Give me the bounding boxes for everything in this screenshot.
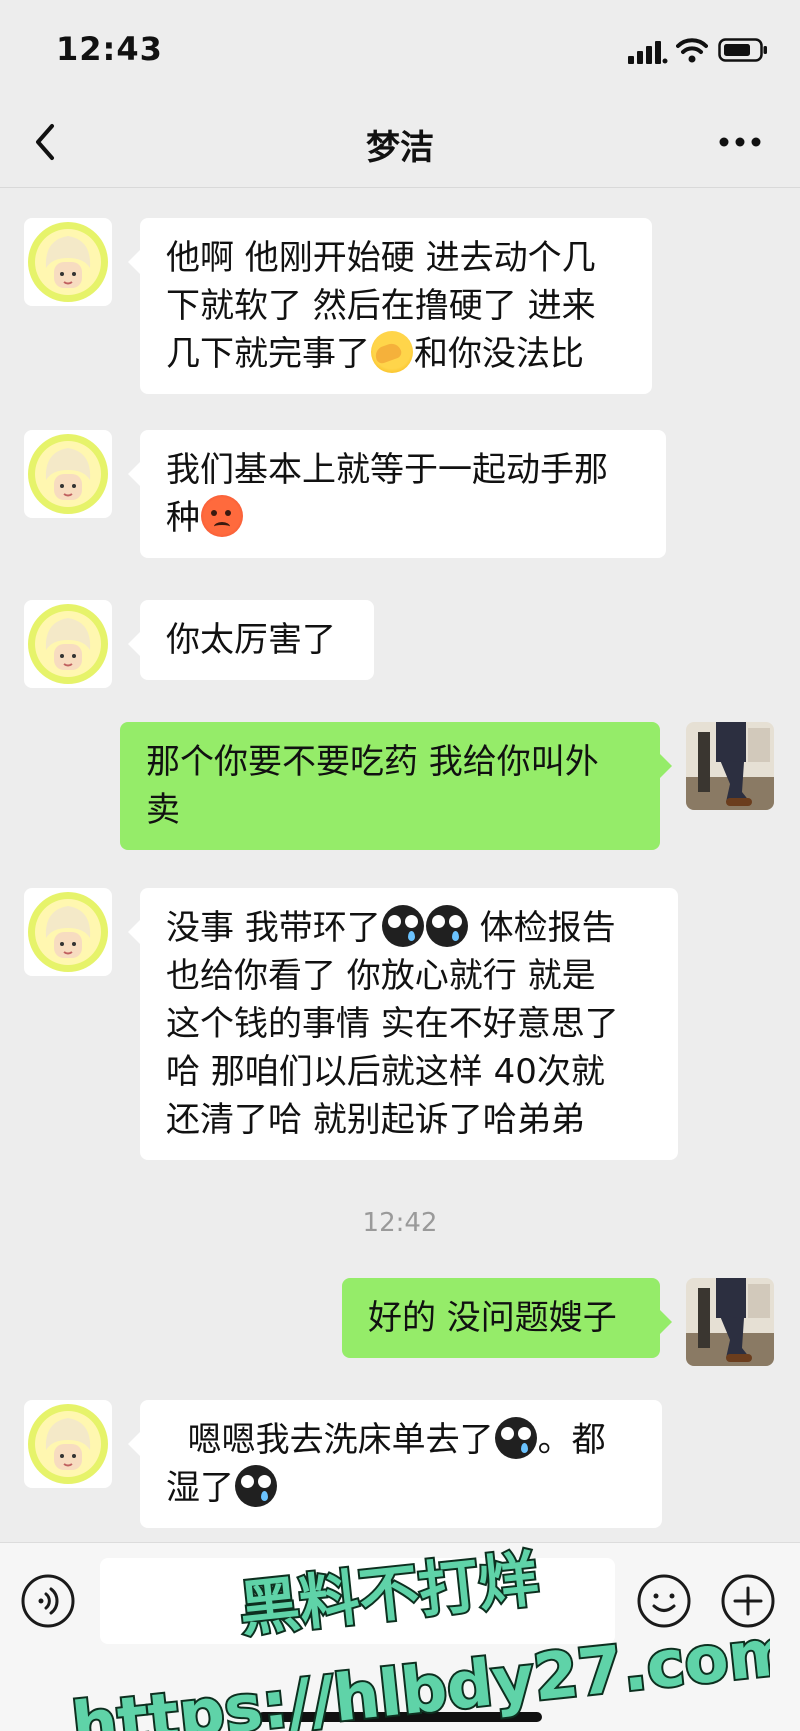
voice-icon[interactable] — [20, 1573, 76, 1629]
wifi-icon — [676, 38, 708, 63]
message-text: 嗯嗯我去洗床单去了 — [166, 1420, 494, 1460]
contact-avatar[interactable] — [24, 600, 112, 688]
crying-face-emoji-icon — [381, 905, 424, 947]
contact-avatar[interactable] — [24, 430, 112, 518]
incoming-message-bubble[interactable]: 没事 我带环了 体检报告 也给你看了 你放心就行 就是 这个钱的事情 实在不好意… — [128, 888, 678, 1160]
home-indicator — [258, 1712, 542, 1722]
my-avatar[interactable] — [686, 1278, 774, 1366]
status-bar: 12:43 — [0, 0, 800, 100]
crying-face-emoji-icon — [235, 1465, 277, 1507]
input-bar — [0, 1542, 800, 1731]
more-dots-icon[interactable] — [718, 122, 762, 162]
message-text: 没事 我带环了 — [166, 908, 381, 948]
battery-icon — [718, 38, 767, 62]
contact-avatar[interactable] — [24, 218, 112, 306]
message-text: 那个你要不要吃药 我给你叫外 卖 — [146, 742, 599, 830]
message-text: 和你没法比 — [414, 334, 584, 374]
my-avatar[interactable] — [686, 722, 774, 810]
message-text: 好的 没问题嫂子 — [368, 1298, 617, 1338]
nav-bar: 梦洁 — [0, 100, 800, 188]
chat-title: 梦洁 — [366, 128, 434, 168]
chat-screen: 12:43 梦洁 他啊 他刚开始硬 进去动个几 下就软了 然后在撸硬了 进来 几… — [0, 0, 800, 1731]
crying-face-emoji-icon — [425, 905, 468, 947]
signal-icon — [628, 41, 668, 64]
message-input[interactable] — [100, 1558, 615, 1644]
contact-avatar[interactable] — [24, 888, 112, 976]
crying-face-emoji-icon — [494, 1417, 537, 1459]
incoming-message-bubble[interactable]: 他啊 他刚开始硬 进去动个几 下就软了 然后在撸硬了 进来 几下就完事了 和你没法… — [128, 218, 652, 394]
message-text: 你太厉害了 — [166, 620, 336, 660]
outgoing-message-bubble[interactable]: 好的 没问题嫂子 — [342, 1278, 672, 1358]
message-timestamp: 12:42 — [362, 1208, 438, 1238]
outgoing-message-bubble[interactable]: 那个你要不要吃药 我给你叫外 卖 — [120, 722, 672, 850]
plus-icon[interactable] — [720, 1573, 776, 1629]
incoming-message-bubble[interactable]: 嗯嗯我去洗床单去了 。都 湿了 — [128, 1400, 662, 1528]
emoji-icon[interactable] — [636, 1573, 692, 1629]
hot-face-emoji-icon — [201, 495, 243, 537]
status-time: 12:43 — [56, 30, 163, 68]
contact-avatar[interactable] — [24, 1400, 112, 1488]
incoming-message-bubble[interactable]: 我们基本上就等于一起动手那 种 — [128, 430, 666, 558]
facepalm-emoji-icon — [371, 331, 413, 373]
incoming-message-bubble[interactable]: 你太厉害了 — [128, 600, 374, 680]
